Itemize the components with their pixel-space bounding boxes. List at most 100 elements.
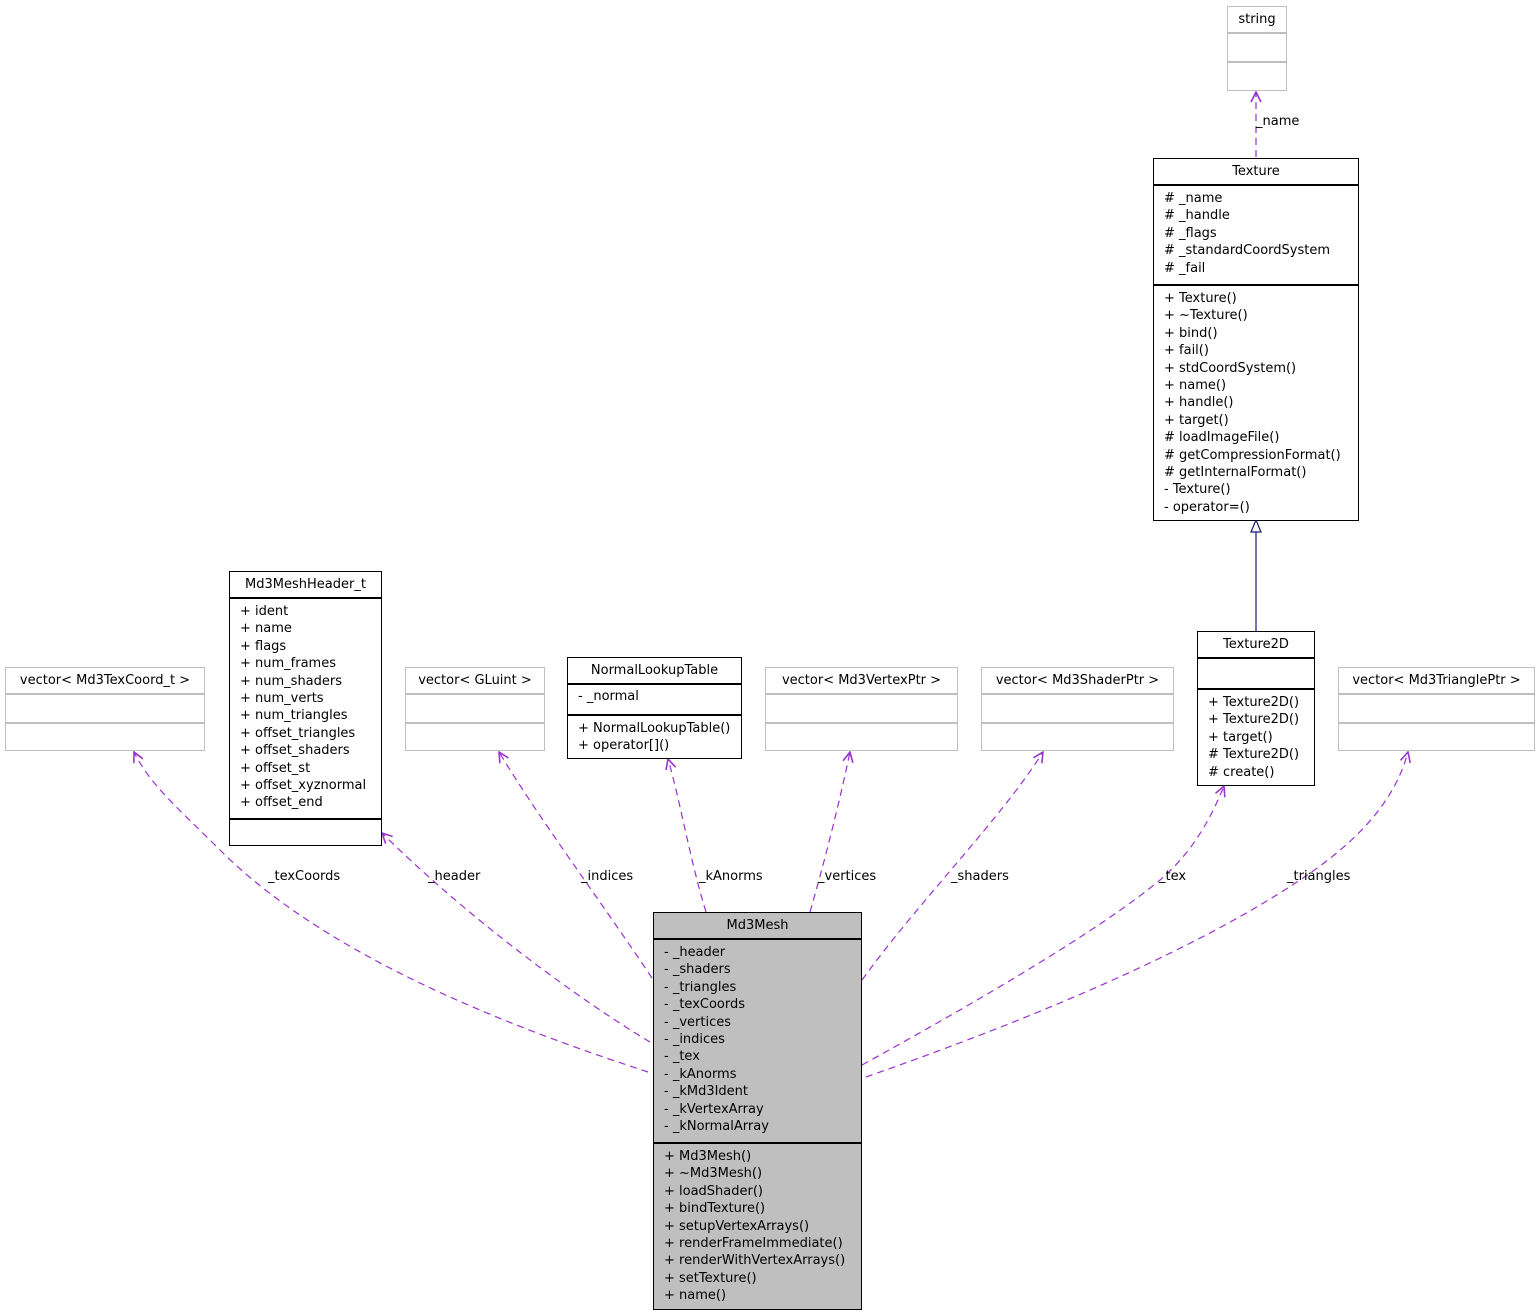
member-item: + offset_st (240, 760, 311, 776)
member-item: - _kVertexArray (664, 1101, 764, 1117)
edge-label-vertices: _vertices (818, 869, 877, 884)
member-item: + ~Md3Mesh() (664, 1166, 763, 1182)
member-item: + Md3Mesh() (664, 1149, 752, 1164)
member-item: + setTexture() (664, 1270, 757, 1286)
member-item: + target() (1164, 412, 1229, 428)
member-item: + loadShader() (664, 1183, 764, 1199)
methods-section (1228, 61, 1286, 88)
methods-section: + Texture2D() + Texture2D() + target() # Te… (1198, 688, 1314, 785)
member-item: + flags (240, 638, 287, 654)
member-item: + Texture() (1164, 291, 1237, 306)
methods-section (230, 818, 381, 845)
attributes-section: - _normal (568, 685, 741, 714)
member-item: # _flags (1164, 225, 1217, 241)
class-title: string (1228, 7, 1286, 34)
member-item: + name() (1164, 378, 1227, 394)
member-item: # _standardCoordSystem (1164, 243, 1331, 259)
member-item: # getCompressionFormat() (1164, 447, 1341, 463)
class-md3meshheader[interactable]: Md3MeshHeader_t + ident + name + flags + nu… (229, 571, 382, 846)
methods-section (6, 722, 204, 749)
member-item: # _fail (1164, 260, 1206, 276)
attributes-section (982, 695, 1173, 722)
member-item: - _shaders (664, 962, 731, 978)
edge-tex (861, 786, 1224, 1066)
member-item: - _indices (664, 1032, 725, 1048)
edge-kanorms (668, 759, 707, 913)
class-title: Texture2D (1198, 632, 1314, 659)
member-item: + bind() (1164, 325, 1218, 341)
methods-section: + Md3Mesh() + ~Md3Mesh() + loadShader() + b… (654, 1142, 861, 1309)
member-item: + Texture2D() (1208, 695, 1300, 710)
member-item: + ~Texture() (1164, 308, 1248, 324)
member-item: + bindTexture() (664, 1201, 766, 1217)
member-item: + handle() (1164, 395, 1234, 411)
attributes-section (1228, 34, 1286, 61)
member-item: + name (240, 621, 292, 637)
edge-shaders (861, 752, 1043, 981)
member-item: + num_frames (240, 656, 336, 672)
methods-section (766, 722, 957, 749)
attributes-section: # _name # _handle # _flags # _standardCoord… (1154, 186, 1358, 284)
edge-header (382, 833, 651, 1043)
member-item: - _vertices (664, 1014, 731, 1030)
methods-section (1339, 722, 1534, 749)
member-item: + renderWithVertexArrays() (664, 1253, 846, 1269)
class-texture2d[interactable]: Texture2D + Texture2D() + Texture2D() + ta… (1197, 631, 1315, 786)
edge-label-tex: _tex (1159, 869, 1187, 884)
class-vector-md3texcoord[interactable]: vector< Md3TexCoord_t > (5, 667, 205, 751)
member-item: + NormalLookupTable() (578, 721, 731, 736)
class-title: vector< Md3ShaderPtr > (982, 668, 1173, 695)
class-md3mesh[interactable]: Md3Mesh - _header - _shaders - _triangles -… (653, 912, 862, 1310)
member-item: + num_shaders (240, 673, 343, 689)
member-item: - _kMd3Ident (664, 1084, 749, 1100)
member-item: - _normal (578, 689, 639, 704)
edge-label-indices: _indices (581, 869, 634, 884)
class-title: vector< Md3TexCoord_t > (6, 668, 204, 695)
edge-label-name: _name (1256, 114, 1300, 129)
member-item: + operator[]() (578, 738, 670, 754)
member-item: + renderFrameImmediate() (664, 1236, 843, 1252)
member-item: - _triangles (664, 979, 737, 995)
class-title: Md3Mesh (654, 913, 861, 940)
class-vector-gluint[interactable]: vector< GLuint > (405, 667, 545, 751)
edge-label-texcoords: _texCoords (268, 869, 341, 884)
attributes-section: + ident + name + flags + num_frames + num_sh… (230, 599, 381, 818)
member-item: # _name (1164, 191, 1223, 206)
class-title: NormalLookupTable (568, 658, 741, 685)
member-item: # _handle (1164, 208, 1230, 224)
member-item: + fail() (1164, 343, 1209, 359)
member-item: - _header (664, 945, 726, 960)
class-normallookuptable[interactable]: NormalLookupTable - _normal + NormalLook… (567, 657, 742, 759)
member-item: # create() (1208, 764, 1275, 780)
edge-texcoords (134, 752, 649, 1073)
class-title: Md3MeshHeader_t (230, 572, 381, 599)
class-string[interactable]: string (1227, 6, 1287, 91)
class-vector-md3vertexptr[interactable]: vector< Md3VertexPtr > (765, 667, 958, 751)
methods-section (406, 722, 544, 749)
class-title: vector< GLuint > (406, 668, 544, 695)
methods-section: + NormalLookupTable() + operator[]() (568, 714, 741, 759)
attributes-section (406, 695, 544, 722)
member-item: - operator=() (1164, 499, 1250, 515)
class-title: vector< Md3VertexPtr > (766, 668, 957, 695)
member-item: + Texture2D() (1208, 712, 1300, 728)
member-item: - _tex (664, 1049, 700, 1065)
edge-label-shaders: _shaders (951, 869, 1009, 884)
member-item: + target() (1208, 729, 1273, 745)
edge-triangles (865, 752, 1408, 1078)
member-item: + ident (240, 604, 289, 619)
member-item: + name() (664, 1288, 727, 1304)
attributes-section (6, 695, 204, 722)
member-item: + offset_xyznormal (240, 778, 367, 794)
class-vector-md3triangleptr[interactable]: vector< Md3TrianglePtr > (1338, 667, 1535, 751)
attributes-section: - _header - _shaders - _triangles - _texCoo… (654, 940, 861, 1142)
class-vector-md3shaderptr[interactable]: vector< Md3ShaderPtr > (981, 667, 1174, 751)
methods-section: + Texture() + ~Texture() + bind() + fail() +… (1154, 284, 1358, 520)
edge-label-kanorms: _kAnorms (699, 869, 763, 884)
edge-indices (499, 752, 653, 979)
class-texture[interactable]: Texture # _name # _handle # _flags # _stand… (1153, 158, 1359, 521)
member-item: + num_triangles (240, 708, 348, 724)
methods-section (982, 722, 1173, 749)
member-item: - Texture() (1164, 482, 1231, 498)
attributes-section (1198, 659, 1314, 688)
